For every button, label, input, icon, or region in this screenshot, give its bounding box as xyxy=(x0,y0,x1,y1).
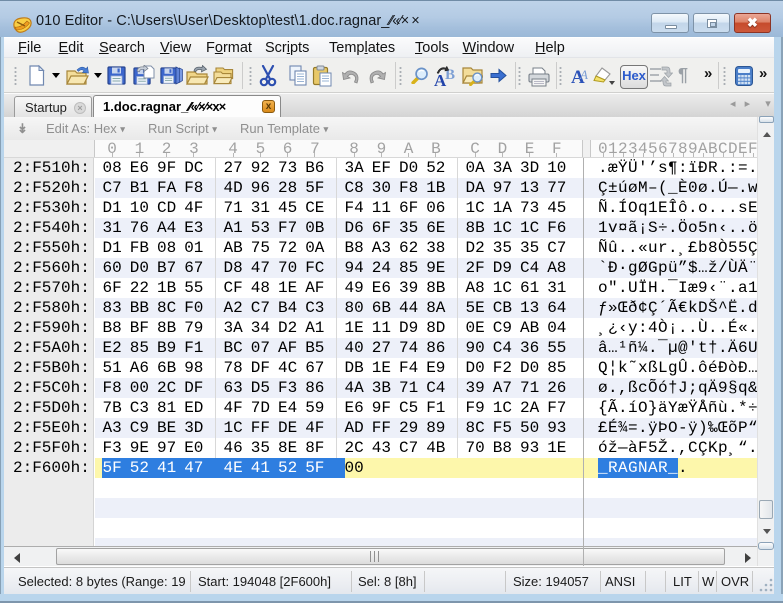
svg-text:A: A xyxy=(579,67,588,82)
